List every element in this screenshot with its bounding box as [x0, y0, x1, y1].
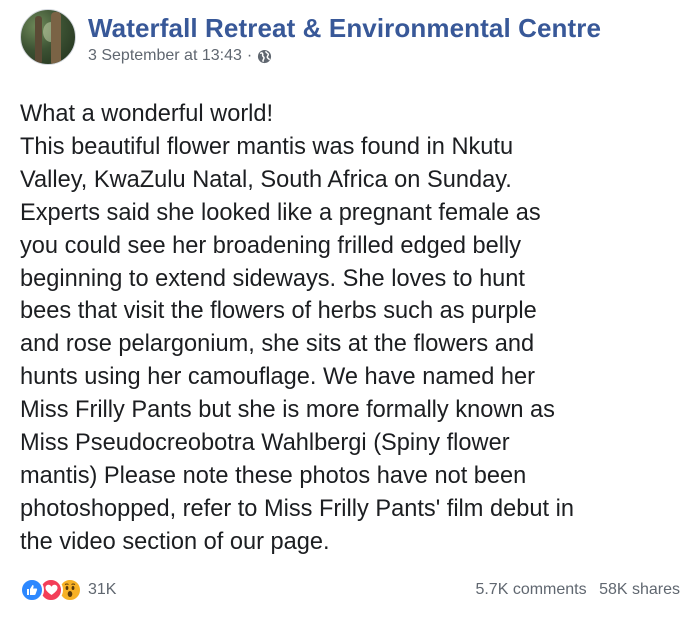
post-text-line: the video section of our page.: [20, 528, 330, 555]
post-header: Waterfall Retreat & Environmental Centre…: [20, 9, 680, 69]
post-text-line: bees that visit the flowers of herbs suc…: [20, 298, 537, 325]
page-avatar[interactable]: [20, 9, 76, 65]
reaction-count: 31K: [88, 581, 117, 598]
post-text-line: What a wonderful world!: [20, 101, 274, 127]
avatar-tree-trunk: [35, 16, 42, 64]
post-text-line: hunts using her camouflage. We have name…: [20, 364, 536, 391]
post-text-line: Miss Pseudocreobotra Wahlbergi (Spiny fl…: [20, 430, 510, 457]
globe-icon[interactable]: [257, 49, 272, 64]
post-text-line: Valley, KwaZulu Natal, South Africa on S…: [20, 166, 512, 193]
engagement-stats: 5.7K comments 58K shares: [475, 581, 680, 599]
facebook-post: Waterfall Retreat & Environmental Centre…: [0, 0, 700, 617]
meta-separator: ·: [246, 47, 253, 64]
post-text-line: photoshopped, refer to Miss Frilly Pants…: [20, 495, 574, 522]
post-text-line: beginning to extend sideways. She loves …: [20, 265, 525, 292]
avatar-tree-trunk: [51, 12, 61, 64]
like-icon: [20, 578, 44, 602]
page-name-link[interactable]: Waterfall Retreat & Environmental Centre: [88, 13, 601, 44]
post-text: What a wonderful world! This beautiful f…: [20, 98, 685, 559]
post-text-line: This beautiful flower mantis was found i…: [20, 133, 514, 160]
shares-count-link[interactable]: 58K shares: [599, 581, 680, 598]
post-footer: 31K 5.7K comments 58K shares: [20, 578, 680, 606]
comments-count-link[interactable]: 5.7K comments: [475, 581, 586, 598]
post-text-line: Miss Frilly Pants but she is more formal…: [20, 397, 555, 424]
post-timestamp[interactable]: 3 September at 13:43: [88, 47, 242, 65]
post-meta: 3 September at 13:43 ·: [88, 47, 272, 65]
post-text-line: mantis) Please note these photos have no…: [20, 462, 527, 489]
post-text-line: Experts said she looked like a pregnant …: [20, 199, 541, 226]
reactions-summary[interactable]: 31K: [20, 578, 116, 602]
post-text-line: and rose pelargonium, she sits at the fl…: [20, 331, 535, 358]
post-text-line: you could see her broadening frilled edg…: [20, 232, 522, 259]
